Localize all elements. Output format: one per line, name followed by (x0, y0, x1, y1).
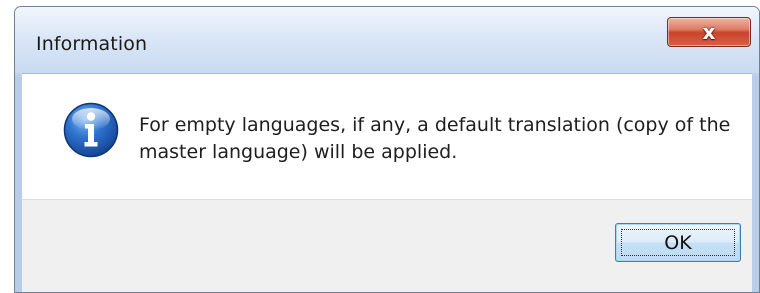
title-bar[interactable]: Information x (15, 7, 759, 73)
close-button[interactable]: x (667, 17, 751, 47)
information-icon (63, 102, 119, 158)
information-dialog: Information x For empty languages, if an… (14, 6, 760, 293)
dialog-footer: OK (22, 199, 752, 292)
close-icon: x (702, 20, 716, 44)
dialog-message: For empty languages, if any, a default t… (139, 114, 731, 163)
ok-button[interactable]: OK (615, 223, 741, 262)
dialog-title: Information (36, 33, 148, 55)
dialog-content: For empty languages, if any, a default t… (22, 73, 752, 200)
ok-button-label: OK (664, 231, 692, 254)
